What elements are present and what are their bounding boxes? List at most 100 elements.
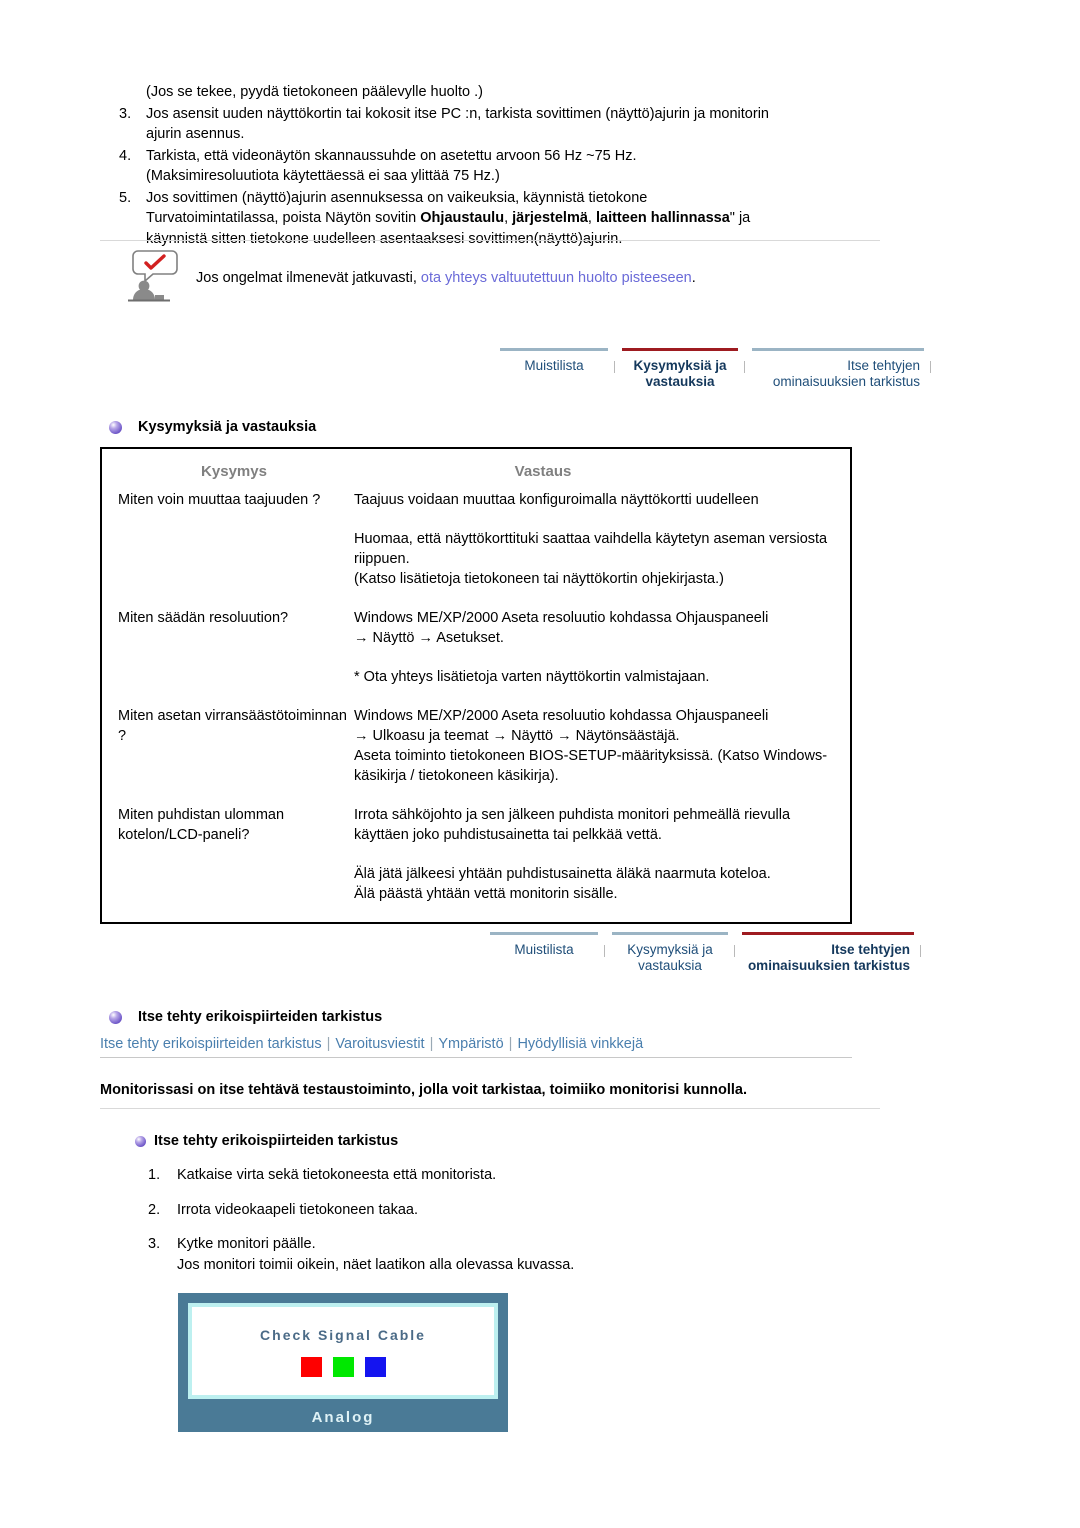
answer-paragraph: Windows ME/XP/2000 Aseta resoluutio kohd… (354, 708, 828, 784)
bold-term-laitteen-hallinnassa: laitteen hallinnassa (595, 210, 730, 226)
selftest-sub-heading: Itse tehty erikoispiirteiden tarkistus (135, 1133, 398, 1149)
subnav-link-hyodyllisia-vinkkeja[interactable]: Hyödyllisiä vinkkejä (517, 1036, 643, 1052)
list-item-line: Jos sovittimen (näyttö)ajurin asennukses… (146, 189, 648, 206)
answer-paragraph: * Ota yhteys lisätietoja varten näyttöko… (354, 669, 710, 685)
tab-muistilista[interactable]: Muistilista (500, 348, 615, 374)
list-item: 4. Tarkista, että videonäytön skannaussu… (100, 146, 880, 187)
subnav-link-ymparisto[interactable]: Ympäristö (438, 1036, 503, 1052)
monitor-selftest-image: Check Signal Cable Analog (178, 1293, 508, 1432)
table-row: Miten puhdistan ulomman kotelon/LCD-pane… (102, 805, 850, 904)
list-item-number: 3. (119, 105, 132, 122)
answer-paragraph: Huomaa, että näyttökorttituki saattaa va… (354, 531, 828, 587)
list-item-line: Kytke monitori päälle. (177, 1236, 316, 1252)
list-item-line: Katkaise virta sekä tietokoneesta että m… (177, 1167, 497, 1183)
selftest-steps: 1. Katkaise virta sekä tietokoneesta ett… (100, 1165, 880, 1289)
list-item: 2. Irrota videokaapeli tietokoneen takaa… (100, 1200, 880, 1221)
list-item-line: Turvatoimintatilassa, poista Näytön sovi… (146, 208, 880, 229)
table-cell-question: Miten asetan virransäästötoiminnan ? (118, 708, 347, 744)
troubleshooting-list: (Jos se tekee, pyydä tietokoneen päälevy… (100, 82, 880, 249)
list-item: 1. Katkaise virta sekä tietokoneesta ett… (100, 1165, 880, 1186)
subnav-link-varoitusviestit[interactable]: Varoitusviestit (335, 1036, 424, 1052)
lead-paragraph: Monitorissasi on itse tehtävä testaustoi… (100, 1082, 880, 1109)
tab-muistilista[interactable]: Muistilista (490, 932, 605, 958)
bold-term-ohjaustaulu: Ohjaustaulu (420, 210, 505, 226)
list-item-line: Jos monitori toimii oikein, näet laatiko… (177, 1256, 575, 1273)
column-header-question: Kysymys (201, 463, 267, 480)
line-segment: " ja (729, 210, 751, 226)
list-item-line: Irrota videokaapeli tietokoneen takaa. (177, 1201, 419, 1218)
table-cell-question: Miten voin muuttaa taajuuden ? (118, 492, 321, 508)
table-cell-question: Miten puhdistan ulomman kotelon/LCD-pane… (118, 807, 285, 843)
section-title: Itse tehty erikoispiirteiden tarkistus (138, 1009, 383, 1025)
list-item-line: ajurin asennus. (146, 126, 245, 142)
subnav-separator: | (508, 1036, 513, 1052)
subnav-separator: | (326, 1036, 331, 1052)
answer-paragraph: Älä jätä jälkeesi yhtään puhdistusainett… (354, 866, 771, 902)
document-page: (Jos se tekee, pyydä tietokoneen päälevy… (0, 0, 1080, 1528)
purple-sphere-bullet-icon (109, 1010, 122, 1024)
tab-label: Itse tehtyjen ominaisuuksien tarkistus (747, 942, 910, 973)
person-with-checkmark-bubble-icon (122, 248, 182, 304)
tab-itse-tehtyjen-ominaisuuksien-tarkistus[interactable]: Itse tehtyjen ominaisuuksien tarkistus (742, 932, 921, 974)
list-item: 3. Kytke monitori päälle. Jos monitori t… (100, 1234, 880, 1275)
line-segment: , (504, 210, 513, 226)
section-title: Kysymyksiä ja vastauksia (138, 419, 317, 435)
answer-paragraph: Irrota sähköjohto ja sen jälkeen puhdist… (354, 807, 791, 843)
list-item-line: Jos asensit uuden näyttökortin tai kokos… (146, 105, 769, 122)
note-comma: , (412, 270, 421, 286)
support-center-link[interactable]: ota yhteys valtuutettuun huolto pisteese… (421, 270, 692, 286)
list-item-text: Tarkista, että videonäytön skannaussuhde… (146, 146, 880, 187)
tab-itse-tehtyjen-ominaisuuksien-tarkistus[interactable]: Itse tehtyjen ominaisuuksien tarkistus (752, 348, 931, 390)
tab-label: Muistilista (524, 358, 584, 373)
list-item: 3. Jos asensit uuden näyttökortin tai ko… (100, 104, 880, 145)
table-cell-answer: Windows ME/XP/2000 Aseta resoluutio kohd… (354, 706, 850, 786)
monitor-screen: Check Signal Cable (188, 1303, 498, 1399)
list-item-number: 4. (119, 147, 132, 164)
list-item-number: 1. (148, 1167, 161, 1183)
list-item-text: Jos asensit uuden näyttökortin tai kokos… (146, 104, 880, 145)
purple-sphere-bullet-icon (135, 1135, 146, 1147)
tab-kysymyksia-ja-vastauksia[interactable]: Kysymyksiä ja vastauksia (622, 348, 745, 390)
divider (100, 240, 880, 241)
subnav-link-itse-tehty-erikoispiirteiden-tarkistus[interactable]: Itse tehty erikoispiirteiden tarkistus (100, 1036, 322, 1052)
list-item-number: 2. (148, 1201, 161, 1218)
table-row: Miten asetan virransäästötoiminnan ? Win… (102, 706, 850, 786)
tab-kysymyksia-ja-vastauksia[interactable]: Kysymyksiä ja vastauksia (612, 932, 735, 974)
table-cell-answer: Irrota sähköjohto ja sen jälkeen puhdist… (354, 805, 850, 904)
purple-sphere-bullet-icon (109, 420, 122, 434)
red-swatch (300, 1357, 322, 1377)
list-item-text: Irrota videokaapeli tietokoneen takaa. (177, 1200, 880, 1221)
note-row: Jos ongelmat ilmenevät jatkuvasti, ota y… (100, 248, 880, 304)
line-segment: Turvatoimintatilassa, poista Näytön sovi… (146, 210, 421, 226)
list-item-text: Kytke monitori päälle. Jos monitori toim… (177, 1234, 880, 1275)
answer-paragraph: Windows ME/XP/2000 Aseta resoluutio kohd… (354, 610, 769, 646)
qa-table: Kysymys Vastaus Miten voin muuttaa taaju… (100, 447, 852, 924)
list-item-line: käynnistä sitten tietokone uudelleen ase… (146, 230, 623, 247)
list-item-line: Tarkista, että videonäytön skannaussuhde… (146, 147, 637, 164)
subnav-separator: | (429, 1036, 434, 1052)
table-cell-answer: Taajuus voidaan muuttaa konfiguroimalla … (354, 490, 850, 589)
list-item-number: 3. (148, 1236, 161, 1252)
note-text-after: . (691, 270, 696, 286)
tab-label: Kysymyksiä ja vastauksia (633, 358, 727, 389)
note-text: Jos ongelmat ilmenevät jatkuvasti, ota y… (182, 248, 696, 288)
tabbar-top: Muistilista Kysymyksiä ja vastauksia Its… (500, 348, 931, 394)
list-item-text: Katkaise virta sekä tietokoneesta että m… (177, 1165, 880, 1186)
table-cell-question: Miten säädän resoluution? (118, 610, 289, 626)
table-row: Miten voin muuttaa taajuuden ? Taajuus v… (102, 490, 850, 589)
tab-separator (734, 945, 735, 957)
answer-paragraph: Taajuus voidaan muuttaa konfiguroimalla … (354, 492, 759, 508)
note-text-before: Jos ongelmat ilmenevät jatkuvasti (196, 270, 413, 286)
tabbar-bottom: Muistilista Kysymyksiä ja vastauksia Its… (490, 932, 921, 978)
blue-swatch (364, 1357, 386, 1377)
table-header-row: Kysymys Vastaus (102, 449, 850, 490)
tab-separator (930, 361, 931, 373)
tab-label: Kysymyksiä ja vastauksia (627, 942, 713, 973)
rgb-swatches (192, 1357, 494, 1377)
list-item-line: (Maksimiresoluutiota käytettäessä ei saa… (146, 168, 500, 184)
